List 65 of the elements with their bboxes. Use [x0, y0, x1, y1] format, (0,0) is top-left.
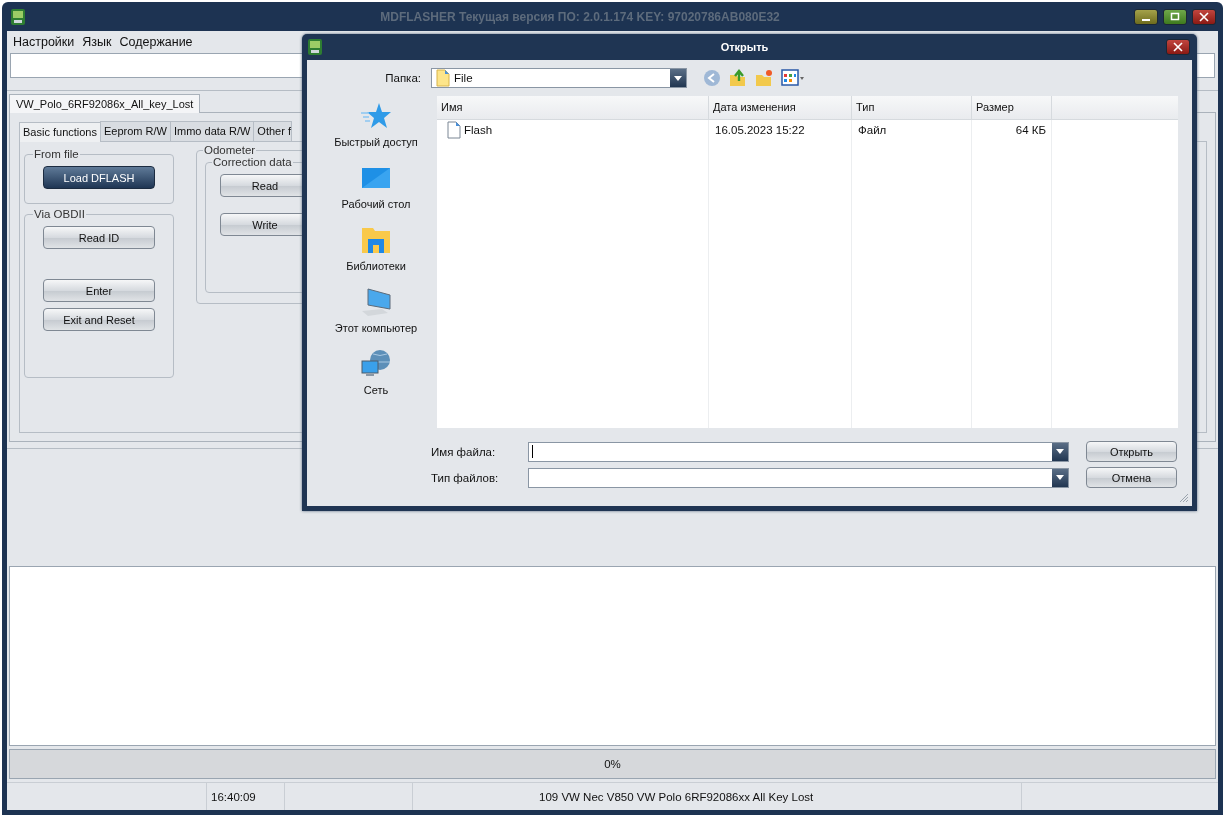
table-cell: 64 КБ [1015, 124, 1046, 136]
folder-dropdown[interactable]: File [431, 68, 687, 88]
folder-icon [360, 225, 392, 255]
action-button[interactable]: Enter [43, 279, 155, 302]
maximize-icon [1170, 11, 1180, 22]
status-time: 16:40:09 [211, 790, 256, 803]
column-header[interactable]: Размер [972, 96, 1052, 119]
column-header[interactable]: Тип [852, 96, 972, 119]
action-button[interactable]: Read ID [43, 226, 155, 249]
place-item[interactable]: Быстрый доступ [334, 101, 418, 148]
file-type-label: Тип файлов: [431, 471, 500, 484]
progress-text: 0% [604, 758, 621, 771]
group-title: Correction data [212, 156, 293, 168]
place-item[interactable]: Рабочий стол [341, 163, 411, 210]
place-item[interactable]: Библиотеки [346, 225, 406, 272]
close-button[interactable] [1166, 39, 1190, 55]
minimize-icon [1142, 18, 1150, 21]
caret-icon [1056, 475, 1064, 480]
computer-icon [360, 287, 392, 317]
app-icon [10, 7, 26, 26]
column-header[interactable]: Имя [437, 96, 709, 119]
file-icon [447, 121, 461, 139]
caret-icon [1056, 449, 1064, 454]
close-icon [1199, 11, 1209, 22]
resize-grip-icon [1179, 493, 1189, 503]
place-item[interactable]: Этот компьютер [334, 287, 418, 334]
function-tab[interactable]: Basic functions [19, 122, 101, 142]
table-cell: Файл [858, 124, 887, 136]
group-title: Via OBDII [33, 208, 86, 220]
menu-item[interactable]: Содержание [119, 35, 193, 49]
menu-item[interactable]: Язык [82, 35, 112, 49]
place-item[interactable]: Сеть [360, 349, 392, 396]
file-name-cell[interactable]: Flash [437, 121, 709, 139]
cancel-button[interactable]: Отмена [1086, 467, 1177, 488]
project-tab[interactable]: VW_Polo_6RF92086x_All_key_Lost [9, 94, 201, 113]
folder-label: Папка: [384, 72, 421, 84]
window-title: MDFLASHER Текущая версия ПО: 2.0.1.174 KEY: 97020786AB080E32 [379, 9, 781, 24]
close-icon [1173, 42, 1183, 52]
function-tab[interactable]: Other f [253, 121, 292, 141]
menu-item[interactable]: Настройки [13, 35, 75, 49]
star-icon [360, 101, 392, 131]
action-button[interactable]: Exit and Reset [43, 308, 155, 331]
app-icon [307, 38, 323, 56]
maximize-button[interactable] [1163, 8, 1187, 25]
open-button[interactable]: Открыть [1086, 441, 1177, 462]
caret-icon [674, 75, 682, 81]
load-button[interactable]: Load DFLASH [43, 166, 155, 189]
group-title: Odometer [203, 144, 257, 156]
new-folder-icon[interactable] [755, 69, 773, 87]
function-tab[interactable]: Immo data R/W [169, 121, 255, 141]
minimize-button[interactable] [1134, 8, 1158, 25]
network-icon [360, 349, 392, 379]
close-button[interactable] [1192, 8, 1216, 25]
folder-up-icon[interactable] [729, 69, 747, 87]
file-icon [436, 69, 450, 87]
file-type-dropdown[interactable] [528, 467, 1069, 488]
file-name-field[interactable] [528, 441, 1069, 462]
status-message: 109 VW Nec V850 VW Polo 6RF92086xx All Key Lost [539, 790, 814, 803]
group-title: From file [33, 148, 80, 160]
dialog-title: Открыть [719, 41, 770, 53]
column-header[interactable]: Дата изменения [709, 96, 852, 119]
view-menu-icon[interactable] [781, 69, 805, 87]
function-tab[interactable]: Eeprom R/W [100, 121, 171, 141]
file-name-label: Имя файла: [431, 445, 497, 458]
table-cell: 16.05.2023 15:22 [715, 124, 805, 136]
